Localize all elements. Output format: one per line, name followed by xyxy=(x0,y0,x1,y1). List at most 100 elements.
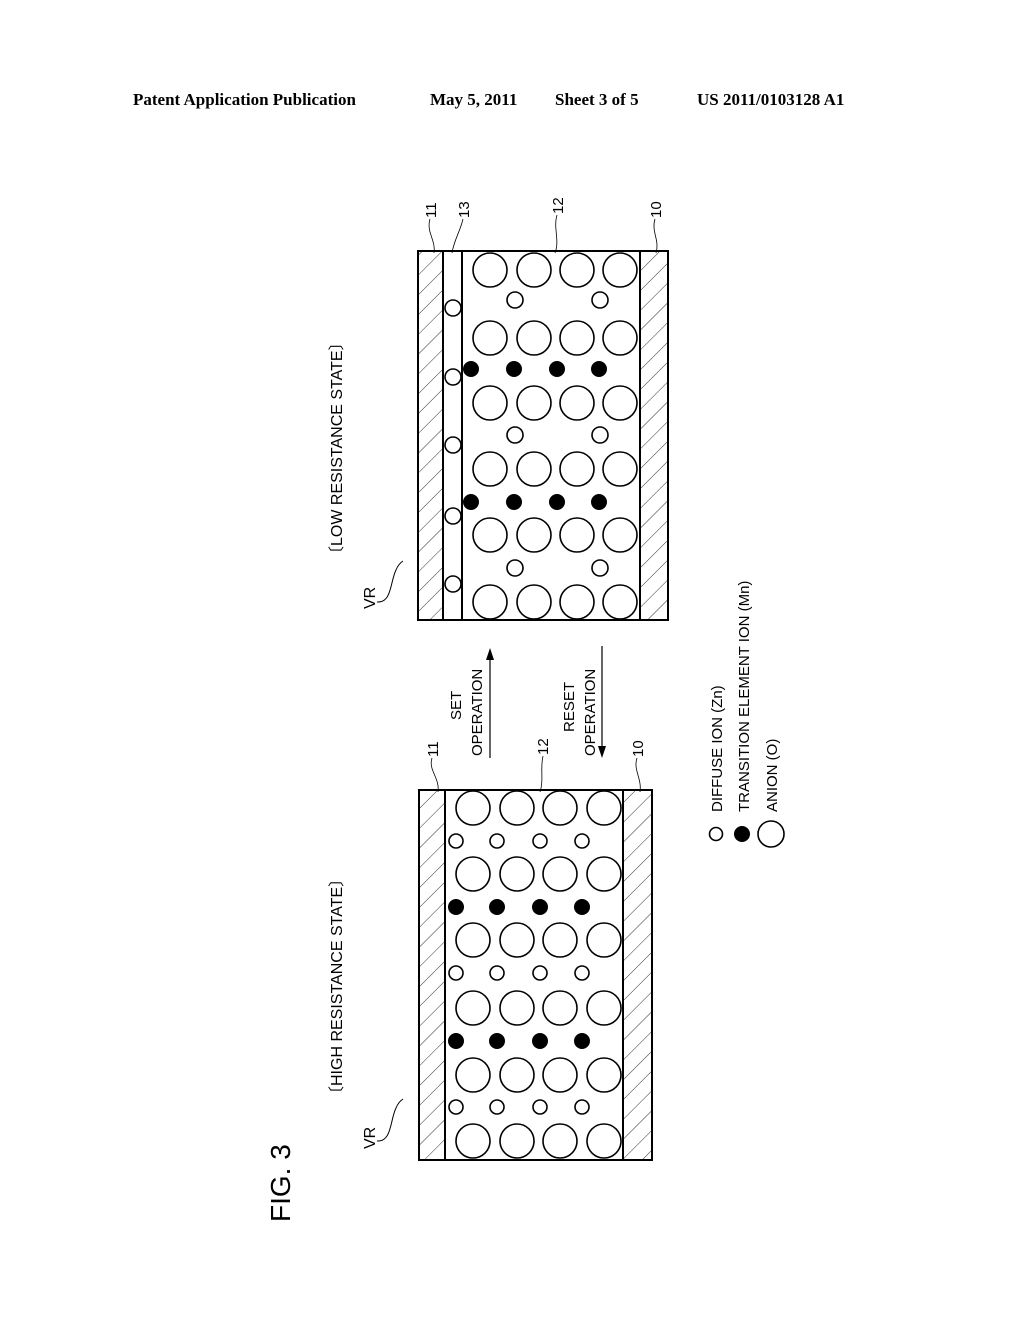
diffuse-ion xyxy=(591,426,609,444)
electrode-11-high xyxy=(419,790,445,1160)
ref-10-low: 10 xyxy=(648,201,665,218)
diffuse-ion xyxy=(591,559,609,577)
anion xyxy=(586,1057,622,1093)
ref-12-low-leader xyxy=(554,214,558,254)
anion xyxy=(472,385,508,421)
diffuse-ion xyxy=(448,1099,464,1115)
transition-element-ion xyxy=(574,1033,590,1049)
legend-diffuse-label: DIFFUSE ION (Zn) xyxy=(709,685,726,812)
diffuse-ion xyxy=(574,833,590,849)
anion xyxy=(602,252,638,288)
transition-element-ion xyxy=(463,361,479,377)
anion xyxy=(586,1123,622,1159)
ref-12-high-leader xyxy=(539,755,544,793)
diffuse-ion xyxy=(506,559,524,577)
diffuse-ion-layer13 xyxy=(444,575,462,593)
transition-element-ion xyxy=(549,361,565,377)
anion xyxy=(602,385,638,421)
set-operation: SET OPERATION xyxy=(448,648,494,758)
anion xyxy=(472,320,508,356)
anion xyxy=(586,790,622,826)
ref-11-low-leader xyxy=(428,218,435,254)
anion xyxy=(559,451,595,487)
electrode-10-low xyxy=(640,251,668,620)
transition-element-ion xyxy=(506,361,522,377)
ref-11-high-leader xyxy=(430,757,439,793)
ref-13-low-leader xyxy=(451,218,464,254)
anion xyxy=(516,584,552,620)
high-ions-group xyxy=(448,790,622,1159)
diffuse-ion-layer13 xyxy=(444,368,462,386)
low-ions-group xyxy=(444,252,638,620)
transition-element-ion xyxy=(532,899,548,915)
anion xyxy=(559,320,595,356)
high-state-title: 〔HIGH RESISTANCE STATE〕 xyxy=(328,871,346,1102)
anion xyxy=(499,1123,535,1159)
high-resistance-panel: 〔HIGH RESISTANCE STATE〕 VR 11 12 10 xyxy=(328,738,653,1161)
diffuse-ion xyxy=(506,426,524,444)
diffuse-ion xyxy=(574,965,590,981)
anion xyxy=(602,451,638,487)
anion xyxy=(586,990,622,1026)
legend-transition-label: TRANSITION ELEMENT ION (Mn) xyxy=(736,581,753,812)
set-op-line2: OPERATION xyxy=(469,669,486,756)
anion xyxy=(602,517,638,553)
anion xyxy=(542,922,578,958)
anion xyxy=(542,1057,578,1093)
anion xyxy=(586,856,622,892)
figure-label: FIG. 3 xyxy=(265,1144,296,1222)
anion xyxy=(559,252,595,288)
anion xyxy=(455,1123,491,1159)
legend-anion-label: ANION (O) xyxy=(764,739,781,812)
anion xyxy=(516,252,552,288)
diffuse-ion xyxy=(489,1099,505,1115)
transition-element-ion xyxy=(506,494,522,510)
ref-11-high: 11 xyxy=(425,741,442,757)
anion xyxy=(559,517,595,553)
anion xyxy=(499,922,535,958)
transition-element-ion xyxy=(489,1033,505,1049)
anion xyxy=(586,922,622,958)
anion xyxy=(516,320,552,356)
high-vr-leader xyxy=(376,1098,404,1142)
diffuse-ion xyxy=(489,833,505,849)
figure-3-diagram: FIG. 3 〔HIGH RESISTANCE STATE〕 VR 11 12 … xyxy=(265,197,785,1222)
set-arrow-head-icon xyxy=(486,648,494,660)
low-vr-label: VR xyxy=(362,587,379,609)
anion xyxy=(455,790,491,826)
anion xyxy=(542,1123,578,1159)
diffuse-ion-layer13 xyxy=(444,507,462,525)
anion xyxy=(602,320,638,356)
anion xyxy=(516,451,552,487)
transition-element-ion-icon xyxy=(734,826,750,842)
diffuse-ion-layer13 xyxy=(444,436,462,454)
low-state-title: 〔LOW RESISTANCE STATE〕 xyxy=(328,334,346,562)
anion xyxy=(542,856,578,892)
anion xyxy=(472,584,508,620)
diffuse-ion xyxy=(574,1099,590,1115)
diffuse-ion-icon xyxy=(708,826,724,842)
reset-operation: RESET OPERATION xyxy=(561,646,606,758)
low-resistance-panel: 〔LOW RESISTANCE STATE〕 VR 11 13 12 10 xyxy=(328,197,669,621)
anion xyxy=(499,990,535,1026)
reset-arrow-head-icon xyxy=(598,746,606,758)
anion xyxy=(602,584,638,620)
diffuse-ion xyxy=(532,1099,548,1115)
anion xyxy=(472,451,508,487)
anion xyxy=(472,517,508,553)
anion xyxy=(472,252,508,288)
diffuse-ion xyxy=(448,965,464,981)
ref-12-high: 12 xyxy=(535,738,552,755)
anion xyxy=(499,1057,535,1093)
ref-11-low: 11 xyxy=(423,202,440,218)
anion xyxy=(455,1057,491,1093)
anion xyxy=(516,385,552,421)
reset-op-line2: OPERATION xyxy=(582,669,599,756)
electrode-11-low xyxy=(418,251,443,620)
anion xyxy=(455,856,491,892)
transition-element-ion xyxy=(463,494,479,510)
diffuse-ion-layer13 xyxy=(444,299,462,317)
ref-10-high-leader xyxy=(635,757,641,793)
reset-op-line1: RESET xyxy=(561,682,578,732)
transition-element-ion xyxy=(489,899,505,915)
